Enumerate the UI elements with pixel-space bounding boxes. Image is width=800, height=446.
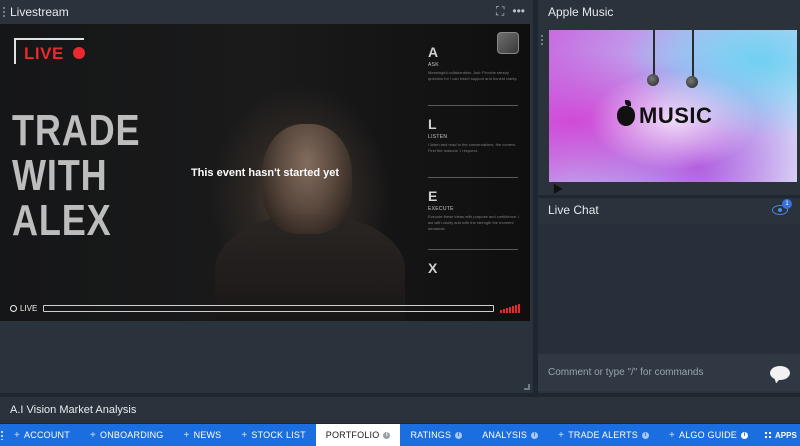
plus-icon: + <box>558 429 565 441</box>
earbud-icon <box>647 74 659 86</box>
livestream-panel: Livestream ⛶ ••• LIVE TRADE WITH ALEX A <box>0 0 533 393</box>
tab-label: ALGO GUIDE <box>679 430 738 440</box>
acronym-text: Meaningful collaboration. Ask: Provide s… <box>428 70 518 81</box>
plus-icon: + <box>89 429 96 441</box>
acronym-letter: L <box>428 116 437 132</box>
live-indicator[interactable]: LIVE <box>10 304 37 313</box>
plus-icon: + <box>241 429 248 441</box>
alex-acronym-list: A ASK Meaningful collaboration. Ask: Pro… <box>428 44 520 321</box>
presenter-head <box>262 124 352 234</box>
livestream-header-actions: ⛶ ••• <box>496 4 525 19</box>
drag-handle-icon[interactable] <box>2 6 6 18</box>
apple-music-artwork[interactable]: MUSIC <box>549 30 797 182</box>
tab-account[interactable]: + ACCOUNT <box>4 424 80 446</box>
acronym-word: EXECUTE <box>428 206 454 212</box>
apple-music-header: Apple Music <box>538 0 800 24</box>
drag-handle-icon[interactable] <box>540 34 544 46</box>
acronym-word: LISTEN <box>428 134 448 140</box>
tab-stock-list[interactable]: + STOCK LIST <box>231 424 315 446</box>
tab-label: ACCOUNT <box>24 430 70 440</box>
player-controls: LIVE <box>0 295 530 321</box>
live-logo-text: LIVE <box>24 44 64 63</box>
earbud-wire <box>653 30 655 78</box>
apps-button[interactable]: APPS <box>758 424 800 446</box>
earbud-icon <box>686 76 698 88</box>
info-icon[interactable]: i <box>741 431 749 439</box>
video-player[interactable]: LIVE TRADE WITH ALEX A ASK Meaningful co… <box>0 24 530 321</box>
live-ring-icon <box>10 304 17 312</box>
apps-label: APPS <box>775 430 797 440</box>
earbud-wire <box>692 30 694 80</box>
livestream-title: Livestream <box>10 5 69 19</box>
info-icon[interactable]: i <box>531 431 539 439</box>
resize-handle-icon[interactable] <box>524 384 530 390</box>
ai-analysis-title: A.I Vision Market Analysis <box>10 404 137 416</box>
acronym-text: I listen and read to the conversations, … <box>428 142 517 153</box>
tab-onboarding[interactable]: + ONBOARDING <box>80 424 174 446</box>
tab-trade-alerts[interactable]: + TRADE ALERTS i <box>548 424 659 446</box>
plus-icon: + <box>183 429 190 441</box>
tab-label: RATINGS <box>410 430 452 440</box>
tab-label: ONBOARDING <box>100 430 164 440</box>
divider <box>428 105 518 106</box>
chat-composer <box>538 354 800 391</box>
apple-logo-icon <box>617 100 635 126</box>
tab-analysis[interactable]: ANALYSIS i <box>472 424 548 446</box>
expand-icon[interactable]: ⛶ <box>496 4 504 19</box>
acronym-letter: A <box>428 44 439 60</box>
tab-label: STOCK LIST <box>251 430 306 440</box>
acronym-word: ASK <box>428 62 439 68</box>
more-icon[interactable]: ••• <box>512 4 525 19</box>
livestream-header: Livestream <box>0 0 533 24</box>
tab-label: NEWS <box>193 430 222 440</box>
ai-analysis-panel-header[interactable]: A.I Vision Market Analysis <box>0 397 800 423</box>
live-logo: LIVE <box>14 38 85 64</box>
apple-music-logo-text: MUSIC <box>639 103 713 128</box>
tab-label: TRADE ALERTS <box>568 430 638 440</box>
live-chat-panel: Live Chat 1 <box>538 198 800 393</box>
tab-label: PORTFOLIO <box>325 430 380 440</box>
app-root: Livestream ⛶ ••• LIVE TRADE WITH ALEX A <box>0 0 800 446</box>
plus-icon: + <box>14 429 21 441</box>
tab-label: ANALYSIS <box>482 430 528 440</box>
progress-bar[interactable] <box>43 304 494 312</box>
live-chat-title: Live Chat <box>548 203 599 217</box>
show-title-line: TRADE <box>12 106 141 155</box>
chat-input[interactable] <box>548 367 770 378</box>
tab-algo-guide[interactable]: + ALGO GUIDE i <box>659 424 758 446</box>
bottom-tab-bar: + ACCOUNT + ONBOARDING + NEWS + STOCK LI… <box>0 424 800 446</box>
plus-icon: + <box>668 429 675 441</box>
apps-grid-icon <box>764 431 773 439</box>
divider <box>428 249 518 250</box>
live-label: LIVE <box>20 303 38 313</box>
record-dot-icon <box>73 47 85 59</box>
acronym-text: Execute these ideas with purpose and con… <box>428 214 520 231</box>
info-icon[interactable]: i <box>383 431 391 439</box>
tab-portfolio[interactable]: PORTFOLIO i <box>315 424 401 446</box>
acronym-item: E EXECUTE Execute these ideas with purpo… <box>428 188 520 260</box>
viewer-count-badge: 1 <box>782 199 792 209</box>
live-chat-header: Live Chat <box>538 198 800 222</box>
chat-messages <box>538 224 800 354</box>
info-icon[interactable]: i <box>455 431 463 439</box>
acronym-item: A ASK Meaningful collaboration. Ask: Pro… <box>428 44 520 116</box>
acronym-letter: E <box>428 188 438 204</box>
event-status-message: This event hasn't started yet <box>190 167 340 179</box>
apple-music-title: Apple Music <box>548 5 614 19</box>
show-title-line: ALEX <box>12 196 112 245</box>
tab-news[interactable]: + NEWS <box>174 424 232 446</box>
tab-ratings[interactable]: RATINGS i <box>400 424 472 446</box>
chat-bubble-icon[interactable] <box>770 365 790 380</box>
acronym-letter: X <box>428 260 438 276</box>
info-icon[interactable]: i <box>641 431 649 439</box>
signal-strength-icon <box>500 303 520 313</box>
apple-music-logo: MUSIC <box>617 100 713 129</box>
apple-music-panel: Apple Music MUSIC <box>538 0 800 195</box>
